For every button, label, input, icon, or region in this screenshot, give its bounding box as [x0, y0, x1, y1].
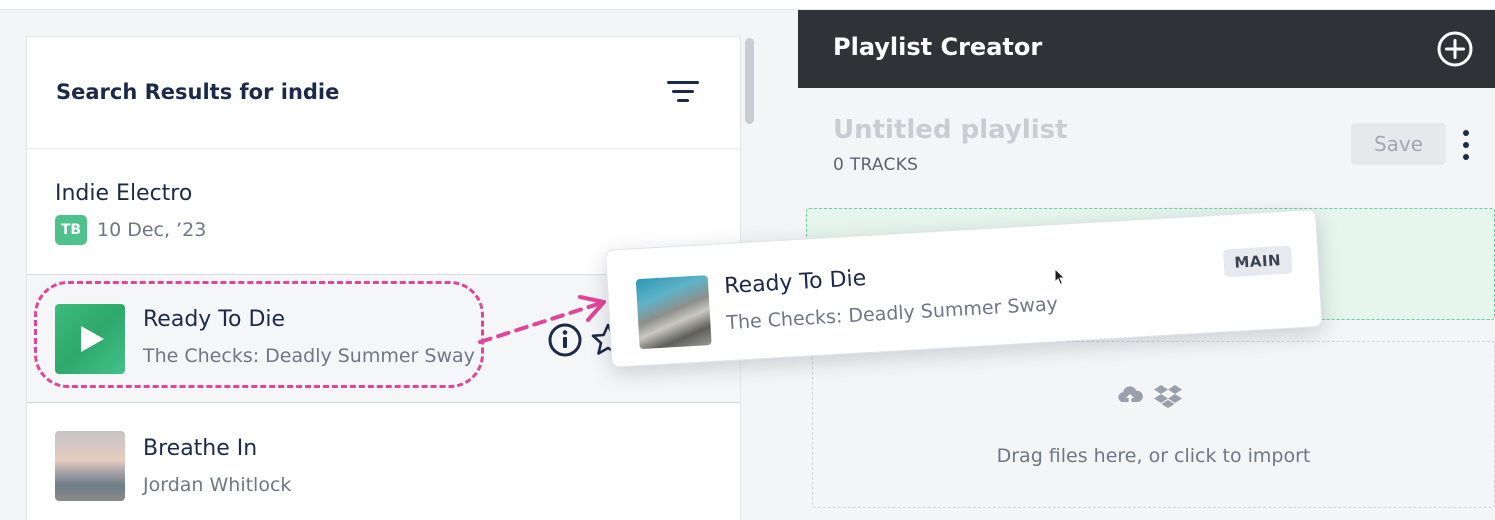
plus-circle-icon[interactable]: [1436, 30, 1474, 68]
play-icon[interactable]: [81, 326, 104, 352]
track-thumbnail[interactable]: [55, 431, 125, 501]
creator-header: Playlist Creator: [798, 10, 1495, 88]
owner-badge: TB: [55, 215, 87, 245]
track-thumbnail: [635, 275, 712, 350]
mouse-cursor-icon: [1054, 268, 1066, 286]
result-title: Indie Electro: [55, 181, 193, 206]
result-subtitle: The Checks: Deadly Summer Sway: [143, 345, 475, 367]
result-date: 10 Dec, ’23: [97, 219, 207, 241]
result-title: Breathe In: [143, 436, 258, 461]
drag-subtitle: The Checks: Deadly Summer Sway: [725, 293, 1059, 335]
results-title: Search Results for indie: [56, 80, 340, 104]
filter-icon[interactable]: [667, 78, 701, 106]
drag-arrow-icon: [478, 295, 606, 344]
track-thumbnail[interactable]: [55, 304, 125, 374]
result-subtitle: Jordan Whitlock: [143, 474, 292, 496]
creator-title: Playlist Creator: [833, 33, 1043, 61]
main-badge: MAIN: [1222, 245, 1293, 278]
kebab-menu-icon[interactable]: [1458, 128, 1474, 162]
import-dropzone[interactable]: Drag files here, or click to import: [812, 341, 1495, 508]
dropbox-icon: [1154, 385, 1182, 408]
top-divider: [0, 0, 1495, 10]
drag-title: Ready To Die: [723, 266, 867, 300]
result-title: Ready To Die: [143, 307, 286, 332]
cloud-upload-icon: [1118, 386, 1143, 402]
import-icons: [1118, 385, 1182, 408]
save-button[interactable]: Save: [1351, 123, 1446, 165]
playlist-name-input[interactable]: Untitled playlist: [833, 115, 1068, 145]
result-item-breathe-in[interactable]: Breathe In Jordan Whitlock: [27, 403, 740, 520]
import-instructions: Drag files here, or click to import: [996, 445, 1311, 467]
results-scrollbar[interactable]: [745, 38, 754, 124]
track-count: 0 TRACKS: [833, 155, 919, 175]
results-header: Search Results for indie: [27, 37, 740, 149]
